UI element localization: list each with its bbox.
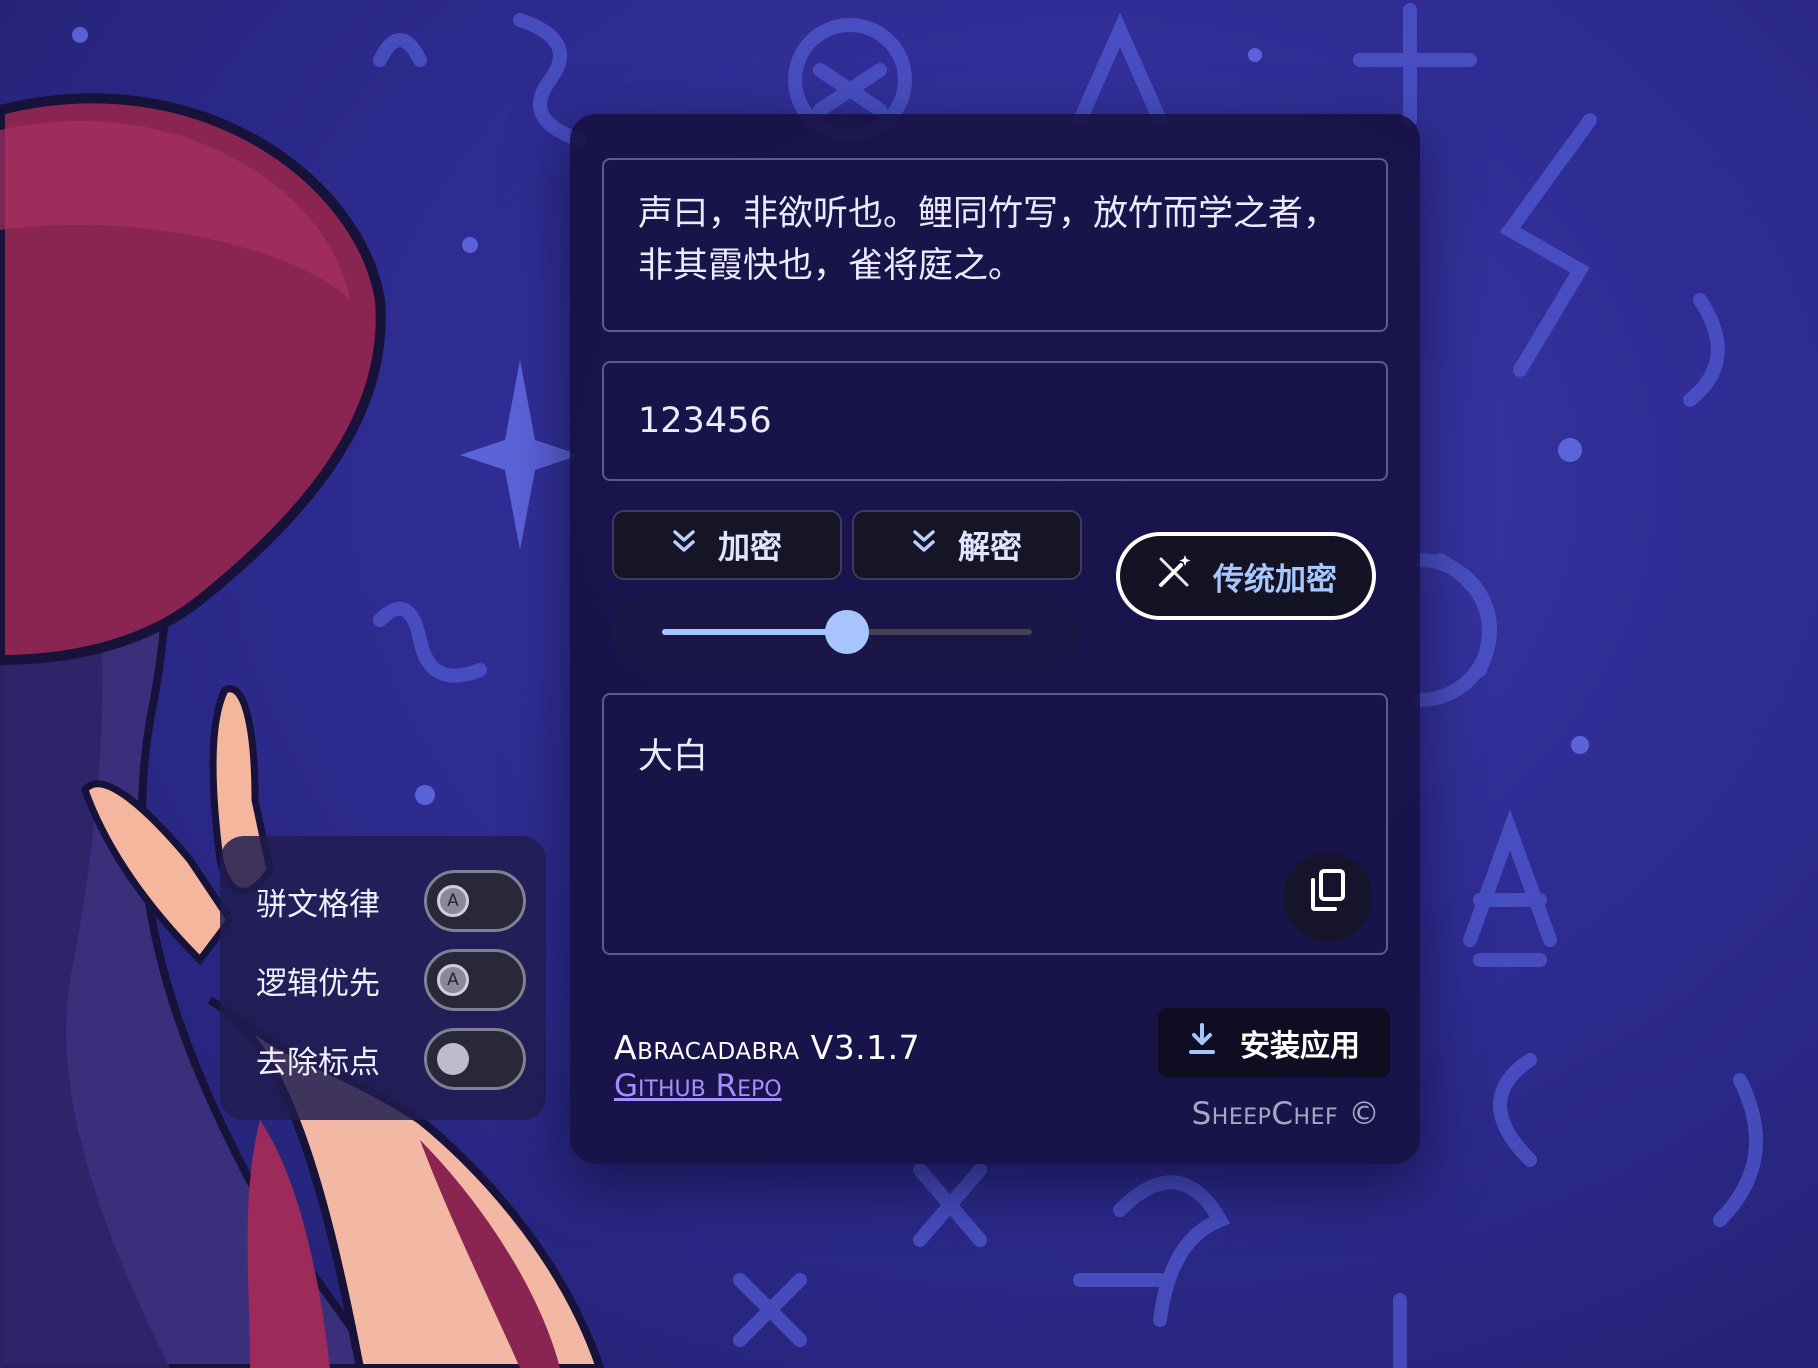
chevron-double-down-icon	[672, 528, 696, 563]
github-repo-link[interactable]: Github Repo	[614, 1068, 782, 1104]
copy-button[interactable]	[1284, 853, 1372, 941]
option-row: 逻辑优先 A	[256, 949, 526, 1011]
input-text: 声曰，非欲听也。鲤同竹写，放竹而学之者，非其霞快也，雀将庭之。	[638, 194, 1339, 286]
slider-fill	[662, 629, 847, 635]
option-label: 骈文格律	[256, 886, 380, 923]
magic-wand-icon	[1155, 553, 1193, 599]
traditional-encrypt-button[interactable]: 传统加密	[1116, 532, 1376, 620]
key-input[interactable]: 123456	[602, 361, 1388, 481]
toggle-switch[interactable]: A	[424, 949, 526, 1011]
option-label: 去除标点	[256, 1044, 380, 1081]
encrypt-button[interactable]: 加密	[612, 510, 842, 580]
download-icon	[1188, 1023, 1216, 1063]
main-panel: 声曰，非欲听也。鲤同竹写，放竹而学之者，非其霞快也，雀将庭之。 123456 加…	[570, 114, 1420, 1164]
auto-icon: A	[447, 970, 459, 990]
toggle-knob: A	[437, 885, 469, 917]
install-app-button[interactable]: 安装应用	[1158, 1008, 1390, 1078]
options-panel: 骈文格律 A 逻辑优先 A 去除标点	[220, 836, 546, 1120]
decrypt-label: 解密	[957, 528, 1022, 566]
toggle-switch[interactable]	[424, 1028, 526, 1090]
option-row: 去除标点	[256, 1028, 526, 1090]
traditional-encrypt-label: 传统加密	[1213, 561, 1337, 598]
output-textarea[interactable]: 大白	[602, 693, 1388, 955]
input-textarea[interactable]: 声曰，非欲听也。鲤同竹写，放竹而学之者，非其霞快也，雀将庭之。	[602, 158, 1388, 332]
toggle-knob: A	[437, 964, 469, 996]
output-text: 大白	[638, 737, 709, 777]
option-row: 骈文格律 A	[256, 870, 526, 932]
key-value: 123456	[638, 401, 772, 441]
encrypt-label: 加密	[717, 528, 782, 566]
slider-rail	[662, 610, 1032, 654]
chevron-double-down-icon	[912, 528, 936, 563]
toggle-knob	[437, 1043, 469, 1075]
app-version-title: Abracadabra V3.1.7	[614, 1028, 921, 1067]
option-label: 逻辑优先	[256, 965, 380, 1002]
slider-thumb[interactable]	[825, 610, 869, 654]
auto-icon: A	[447, 891, 459, 911]
install-app-label: 安装应用	[1240, 1029, 1360, 1064]
level-slider[interactable]	[612, 594, 1082, 670]
copyright-text: SheepChef ©	[1191, 1096, 1380, 1132]
copy-icon	[1308, 868, 1348, 927]
toggle-switch[interactable]: A	[424, 870, 526, 932]
decrypt-button[interactable]: 解密	[852, 510, 1082, 580]
